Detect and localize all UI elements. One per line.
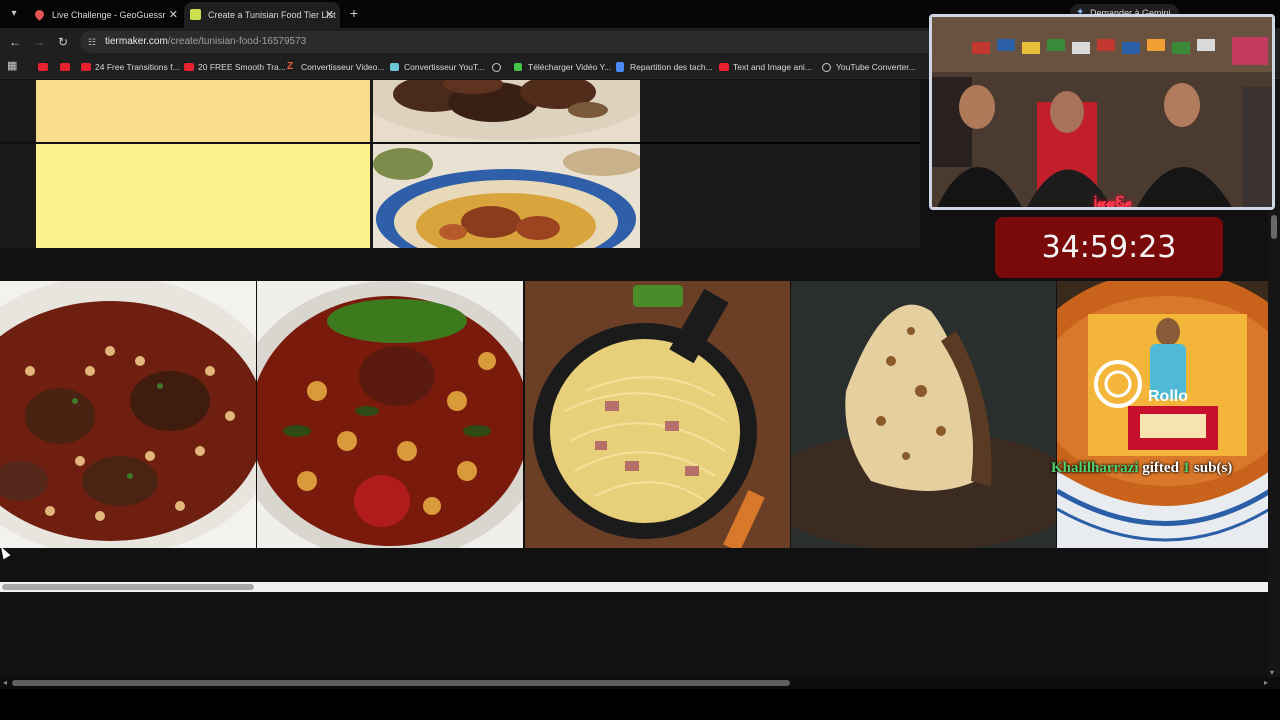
bookmark-label: Télécharger Vidéo Y... bbox=[528, 62, 612, 72]
tab-title: Create a Tunisian Food Tier List bbox=[208, 10, 336, 20]
bookmark-label: Convertisseur YouT... bbox=[404, 62, 485, 72]
scrollbar-thumb[interactable] bbox=[2, 584, 254, 590]
webcam-overlay: Ꭵ𝓾𝓾Ꮛ𝓮 bbox=[929, 14, 1275, 210]
letterbox-bottom bbox=[0, 689, 1280, 720]
food-tile-stuffed-bread[interactable] bbox=[791, 281, 1056, 548]
close-icon[interactable]: ✕ bbox=[169, 2, 178, 28]
promo-label: Rollo bbox=[1148, 388, 1188, 405]
youtube-icon bbox=[184, 63, 194, 71]
bookmark-item[interactable] bbox=[492, 59, 506, 75]
youtube-icon bbox=[719, 63, 729, 71]
youtube-icon bbox=[81, 63, 91, 71]
globe-icon bbox=[822, 63, 831, 72]
globe-icon bbox=[492, 63, 501, 72]
scroll-left-icon[interactable]: ◂ bbox=[3, 678, 7, 687]
new-tab-button[interactable]: + bbox=[346, 5, 362, 21]
food-tile-spaghetti-skillet[interactable] bbox=[525, 281, 790, 548]
back-icon[interactable]: ← bbox=[6, 33, 24, 51]
forward-icon[interactable]: → bbox=[30, 33, 48, 51]
bookmark-item[interactable] bbox=[38, 59, 52, 75]
bookmark-label: 20 FREE Smooth Tra... bbox=[198, 62, 286, 72]
bookmark-label: YouTube Converter... bbox=[836, 62, 916, 72]
scrollbar-thumb[interactable] bbox=[1271, 215, 1277, 239]
converter-icon bbox=[390, 63, 399, 71]
url-path: /create/tunisian-food-16579573 bbox=[167, 36, 307, 47]
bookmark-item[interactable]: Télécharger Vidéo Y... bbox=[514, 59, 611, 75]
gift-unit: sub(s) bbox=[1193, 460, 1233, 476]
food-tile-couscous-plate[interactable] bbox=[373, 144, 640, 248]
url-host: tiermaker.com bbox=[105, 36, 168, 47]
food-tile-bean-meat-stew[interactable] bbox=[0, 281, 256, 548]
youtube-icon bbox=[38, 63, 48, 71]
tab-search-icon[interactable]: ▾ bbox=[6, 6, 22, 22]
scrollbar-thumb[interactable] bbox=[12, 680, 790, 686]
bookmark-item[interactable]: 20 FREE Smooth Tra... bbox=[184, 59, 286, 75]
bookmark-item[interactable]: Convertisseur YouT... bbox=[390, 59, 484, 75]
bookmark-label: 24 Free Transitions f... bbox=[95, 62, 180, 72]
bookmark-item[interactable]: YouTube Converter... bbox=[822, 59, 916, 75]
sponsor-promo: Rollo bbox=[1088, 314, 1247, 456]
apps-icon[interactable]: ▦ bbox=[7, 60, 19, 72]
bookmark-item[interactable]: 24 Free Transitions f... bbox=[81, 59, 180, 75]
bookmark-label: Convertisseur Video... bbox=[301, 62, 385, 72]
gift-user: Khalilharrazi bbox=[1051, 460, 1139, 476]
z-icon: Z bbox=[287, 61, 294, 72]
scroll-down-icon[interactable]: ▾ bbox=[1270, 668, 1274, 677]
bookmark-label: Text and Image ani... bbox=[733, 62, 812, 72]
gift-sub-alert: Khalilharrazi gifted 1 sub(s) bbox=[1051, 460, 1232, 477]
gift-verb: gifted bbox=[1142, 460, 1179, 476]
map-pin-icon bbox=[33, 8, 46, 21]
tier-row bbox=[0, 80, 920, 142]
close-icon[interactable]: ✕ bbox=[325, 2, 334, 28]
address-bar[interactable]: ☷ tiermaker.com/create/tunisian-food-165… bbox=[80, 31, 940, 53]
bookmark-item[interactable] bbox=[60, 59, 74, 75]
tier-row bbox=[0, 144, 920, 248]
bookmark-label: Repartition des tach... bbox=[630, 62, 713, 72]
page-horizontal-scrollbar[interactable]: ◂ ▸ bbox=[0, 677, 1280, 689]
download-icon bbox=[514, 63, 522, 71]
tier-divider bbox=[640, 142, 920, 144]
youtube-icon bbox=[60, 63, 70, 71]
subathon-timer: 34:59:23 bbox=[995, 217, 1223, 278]
reload-icon[interactable]: ↻ bbox=[54, 33, 72, 51]
tab-tiermaker[interactable]: Create a Tunisian Food Tier List ✕ bbox=[184, 2, 340, 28]
food-tile-grilled-meat[interactable] bbox=[373, 80, 640, 142]
tier-label-cell[interactable] bbox=[36, 144, 370, 248]
tab-geoguessr[interactable]: Live Challenge - GeoGuessr ✕ bbox=[28, 2, 184, 28]
tiermaker-icon bbox=[190, 9, 201, 20]
tier-label-cell[interactable] bbox=[36, 80, 370, 142]
tab-title: Live Challenge - GeoGuessr bbox=[52, 10, 166, 20]
scroll-right-icon[interactable]: ▸ bbox=[1264, 678, 1268, 687]
site-info-icon[interactable]: ☷ bbox=[88, 31, 96, 53]
pool-horizontal-scrollbar[interactable]: ▸ bbox=[0, 582, 1278, 592]
food-tile-chickpea-spinach-stew[interactable] bbox=[257, 281, 523, 548]
bookmark-item[interactable]: Z Convertisseur Video... bbox=[287, 59, 384, 75]
bookmark-item[interactable]: Repartition des tach... bbox=[616, 59, 713, 75]
doc-icon bbox=[616, 62, 624, 72]
bookmark-item[interactable]: Text and Image ani... bbox=[719, 59, 812, 75]
streamer-logo: Ꭵ𝓾𝓾Ꮛ𝓮 bbox=[1094, 193, 1132, 210]
gift-count: 1 bbox=[1182, 460, 1191, 476]
